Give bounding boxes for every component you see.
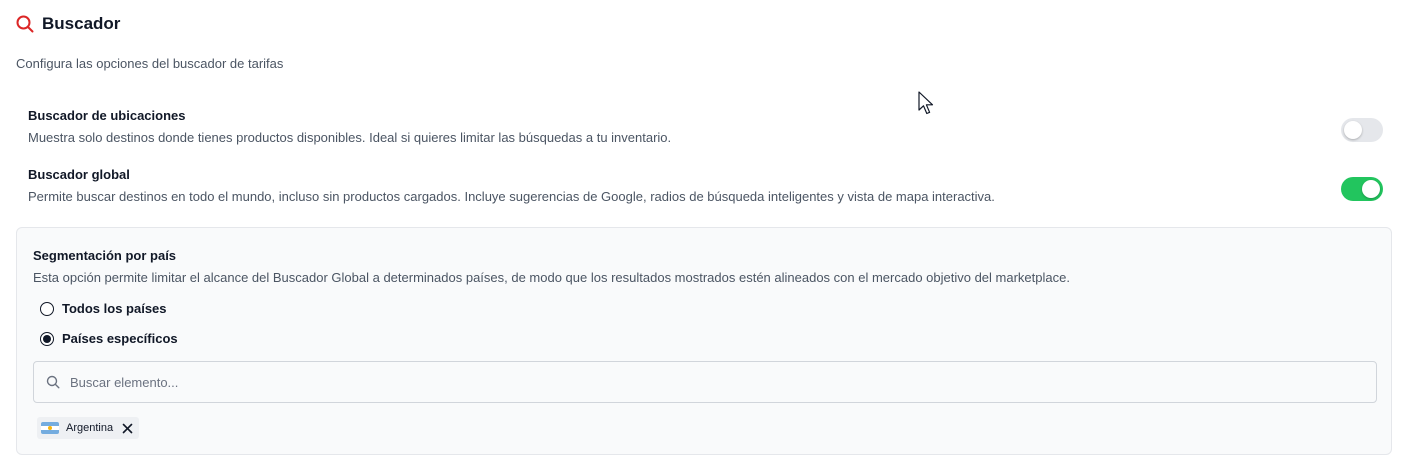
argentina-flag-icon bbox=[41, 422, 59, 434]
radio-button[interactable] bbox=[40, 301, 54, 316]
setting-description: Muestra solo destinos donde tienes produ… bbox=[28, 130, 672, 145]
setting-label: Buscador global bbox=[28, 167, 130, 182]
search-icon bbox=[16, 15, 34, 33]
toggle-knob bbox=[1344, 121, 1362, 139]
close-icon[interactable] bbox=[122, 423, 133, 434]
toggle-knob bbox=[1362, 180, 1380, 198]
page-header: Buscador bbox=[16, 14, 120, 34]
setting-global-search: Buscador global Permite buscar destinos … bbox=[28, 166, 1383, 206]
segmentation-title: Segmentación por país bbox=[33, 248, 177, 263]
radio-label: Países específicos bbox=[62, 331, 178, 346]
page-subtitle: Configura las opciones del buscador de t… bbox=[16, 56, 284, 71]
mouse-pointer-icon bbox=[918, 91, 934, 121]
global-search-toggle[interactable] bbox=[1341, 177, 1383, 201]
setting-description: Permite buscar destinos en todo el mundo… bbox=[28, 189, 995, 204]
search-icon bbox=[46, 375, 60, 389]
country-segmentation-panel: Segmentación por país Esta opción permit… bbox=[16, 227, 1392, 455]
radio-all-countries[interactable]: Todos los países bbox=[40, 301, 167, 316]
radio-button[interactable] bbox=[40, 331, 54, 346]
page-title: Buscador bbox=[42, 14, 121, 33]
radio-label: Todos los países bbox=[62, 301, 167, 316]
country-search-input[interactable] bbox=[68, 361, 1376, 403]
radio-specific-countries[interactable]: Países específicos bbox=[40, 331, 178, 346]
country-search-box[interactable] bbox=[33, 361, 1377, 403]
setting-location-search: Buscador de ubicaciones Muestra solo des… bbox=[28, 107, 1383, 147]
country-chip-argentina: Argentina bbox=[37, 417, 140, 439]
chip-label: Argentina bbox=[66, 422, 114, 434]
setting-label: Buscador de ubicaciones bbox=[28, 108, 186, 123]
segmentation-description: Esta opción permite limitar el alcance d… bbox=[33, 270, 1070, 285]
location-search-toggle[interactable] bbox=[1341, 118, 1383, 142]
